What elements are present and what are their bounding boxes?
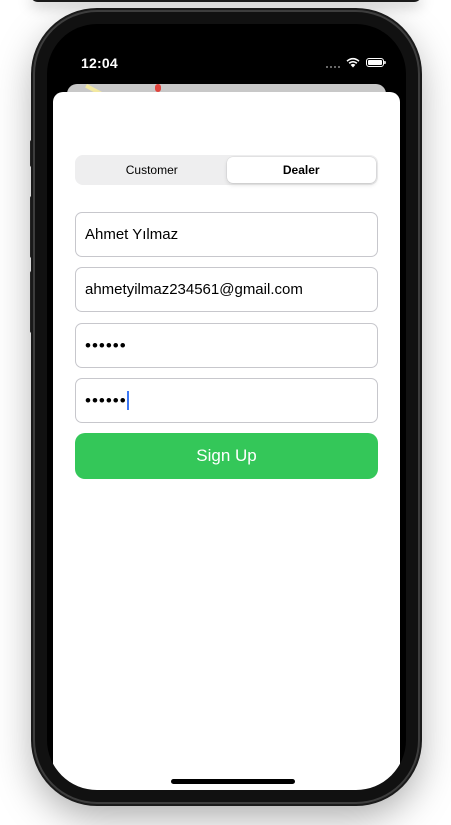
map-pin-icon <box>155 84 161 92</box>
name-field[interactable]: Ahmet Yılmaz <box>75 212 378 257</box>
app-screenshot: 12:04 Customer Dealer Ahmet Yılmaz ahmet… <box>0 0 451 825</box>
password-field[interactable]: •••••• <box>75 323 378 368</box>
battery-icon <box>366 58 386 67</box>
password-field-value: •••••• <box>85 335 127 355</box>
name-field-value: Ahmet Yılmaz <box>85 226 179 243</box>
status-icons <box>326 57 386 68</box>
signup-button[interactable]: Sign Up <box>75 433 378 479</box>
device-frame: 12:04 Customer Dealer Ahmet Yılmaz ahmet… <box>35 12 418 802</box>
email-field[interactable]: ahmetyilmaz234561@gmail.com <box>75 267 378 312</box>
confirm-password-field[interactable]: •••••• <box>75 378 378 423</box>
status-time: 12:04 <box>81 55 118 71</box>
signal-dots-icon <box>326 58 340 68</box>
text-cursor <box>126 391 129 410</box>
signup-sheet: Customer Dealer Ahmet Yılmaz ahmetyilmaz… <box>53 92 400 790</box>
segment-customer[interactable]: Customer <box>77 157 227 183</box>
confirm-password-field-value: •••••• <box>85 390 127 410</box>
email-field-value: ahmetyilmaz234561@gmail.com <box>85 281 303 298</box>
wifi-icon <box>346 57 360 68</box>
device-screen: 12:04 Customer Dealer Ahmet Yılmaz ahmet… <box>47 24 406 790</box>
home-indicator[interactable] <box>171 779 295 784</box>
segment-dealer[interactable]: Dealer <box>226 157 376 183</box>
device-frame-edge <box>30 0 422 2</box>
account-type-segmented-control: Customer Dealer <box>75 155 378 185</box>
